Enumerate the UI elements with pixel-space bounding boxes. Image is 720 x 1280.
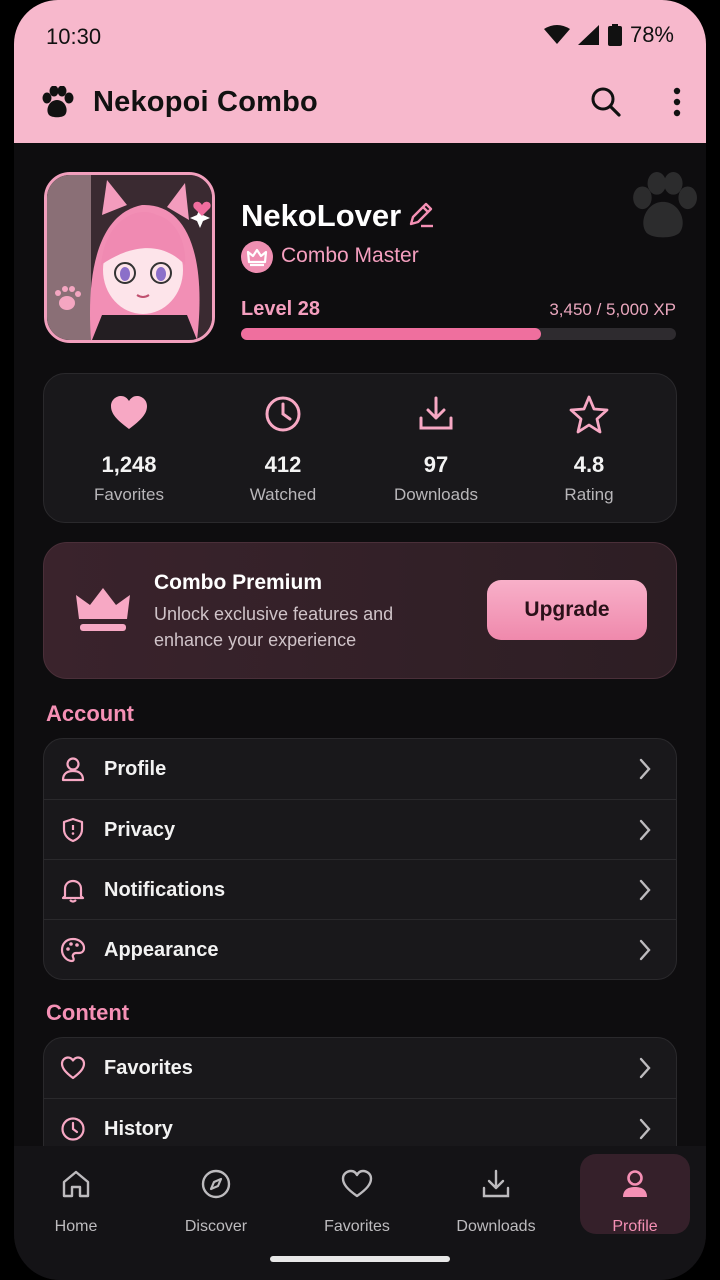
premium-card: Combo Premium Unlock exclusive features … — [43, 542, 677, 679]
upgrade-button[interactable]: Upgrade — [487, 580, 647, 640]
menu-item-label: Profile — [104, 758, 167, 780]
stat-rating[interactable]: 4.8 Rating — [514, 374, 664, 524]
menu-item-profile[interactable]: Profile — [44, 739, 676, 799]
avatar-illustration — [47, 175, 212, 340]
chevron-right-icon — [639, 1118, 651, 1140]
stat-label: Rating — [564, 485, 614, 504]
nav-favorites[interactable]: Favorites — [302, 1154, 412, 1235]
star-icon — [569, 395, 609, 434]
crown-icon — [76, 588, 130, 631]
stat-label: Favorites — [94, 485, 164, 504]
stat-value: 4.8 — [573, 452, 605, 477]
menu-item-label: Favorites — [104, 1057, 193, 1079]
search-icon[interactable] — [590, 86, 622, 118]
top-bar: 10:30 78% Nekopoi Combo — [14, 0, 706, 143]
menu-item-label: Notifications — [104, 879, 226, 901]
palette-icon — [60, 937, 86, 963]
phone-screen: 10:30 78% Nekopoi Combo NekoLover Combo … — [14, 0, 706, 1280]
stat-label: Watched — [249, 485, 317, 504]
download-icon — [482, 1169, 510, 1198]
chevron-right-icon — [639, 1057, 651, 1079]
section-title-content: Content — [46, 1000, 130, 1025]
history-icon — [61, 1117, 85, 1141]
download-icon — [419, 396, 453, 430]
signal-icon — [577, 25, 599, 45]
home-icon — [62, 1170, 90, 1198]
bell-icon — [61, 879, 85, 903]
chevron-right-icon — [639, 819, 651, 841]
menu-item-favorites[interactable]: Favorites — [44, 1038, 676, 1098]
status-icons: 78% — [543, 22, 674, 48]
app-title: Nekopoi Combo — [93, 86, 318, 118]
more-options-icon[interactable] — [672, 86, 682, 118]
background-paw-decoration-icon — [633, 172, 697, 238]
battery-icon — [607, 24, 622, 46]
chevron-right-icon — [639, 758, 651, 780]
menu-item-appearance[interactable]: Appearance — [44, 919, 676, 979]
menu-item-label: History — [104, 1118, 173, 1140]
premium-description: Unlock exclusive features and enhance yo… — [154, 604, 394, 650]
gesture-home-bar[interactable] — [270, 1256, 450, 1262]
paw-logo-icon — [42, 86, 74, 118]
status-bar: 10:30 78% — [46, 22, 674, 52]
nav-label: Discover — [184, 1218, 248, 1235]
nav-home[interactable]: Home — [21, 1154, 131, 1235]
nav-label: Downloads — [456, 1218, 536, 1235]
stat-value: 1,248 — [101, 452, 157, 477]
nav-downloads[interactable]: Downloads — [441, 1154, 551, 1235]
compass-icon — [201, 1169, 231, 1199]
bottom-navigation: Home Discover Favorites Downloads Profil… — [14, 1146, 706, 1280]
profile-content[interactable]: NekoLover Combo Master Level 28 3,450 / … — [14, 143, 706, 1146]
stat-value: 412 — [264, 452, 302, 477]
heart-icon — [341, 1169, 373, 1198]
rank-title: Combo Master — [281, 244, 419, 267]
shield-icon — [62, 817, 84, 843]
nav-discover[interactable]: Discover — [161, 1154, 271, 1235]
chevron-right-icon — [639, 939, 651, 961]
stat-favorites[interactable]: 1,248 Favorites — [54, 374, 204, 524]
nav-label: Home — [54, 1218, 98, 1235]
profile-icon — [623, 1170, 647, 1197]
stat-label: Downloads — [393, 485, 479, 504]
stats-card: 1,248 Favorites 412 Watched 97 Downloads — [43, 373, 677, 523]
nav-label: Favorites — [324, 1218, 390, 1235]
battery-percent: 78% — [629, 22, 674, 47]
premium-title: Combo Premium — [154, 571, 323, 594]
menu-item-label: Appearance — [104, 939, 219, 961]
wifi-icon — [543, 25, 570, 44]
heart-outline-icon — [60, 1056, 86, 1080]
username: NekoLover — [241, 198, 402, 233]
clock-icon — [265, 396, 301, 432]
content-list: Favorites History — [43, 1037, 677, 1146]
status-time: 10:30 — [46, 24, 102, 49]
crown-icon — [246, 248, 268, 267]
user-icon — [61, 757, 85, 782]
xp-progress-fill — [241, 328, 542, 340]
xp-progress-bar — [241, 328, 676, 340]
menu-item-label: Privacy — [104, 819, 176, 841]
rank-badge — [241, 241, 273, 273]
chevron-right-icon — [639, 879, 651, 901]
menu-item-history[interactable]: History — [44, 1098, 676, 1146]
app-bar: Nekopoi Combo — [40, 82, 682, 126]
stat-downloads[interactable]: 97 Downloads — [361, 374, 511, 524]
avatar[interactable] — [44, 172, 215, 343]
heart-icon — [111, 396, 147, 429]
nav-profile[interactable]: Profile — [580, 1154, 690, 1235]
edit-pencil-icon[interactable] — [407, 200, 435, 228]
menu-item-privacy[interactable]: Privacy — [44, 799, 676, 859]
section-title-account: Account — [46, 701, 134, 726]
stat-value: 97 — [423, 452, 449, 477]
nav-label: Profile — [612, 1218, 658, 1235]
level-label: Level 28 — [241, 298, 320, 320]
stat-watched[interactable]: 412 Watched — [208, 374, 358, 524]
xp-counter: 3,450 / 5,000 XP — [549, 300, 676, 319]
menu-item-notifications[interactable]: Notifications — [44, 859, 676, 919]
account-list: Profile Privacy Notifications Appearance — [43, 738, 677, 980]
